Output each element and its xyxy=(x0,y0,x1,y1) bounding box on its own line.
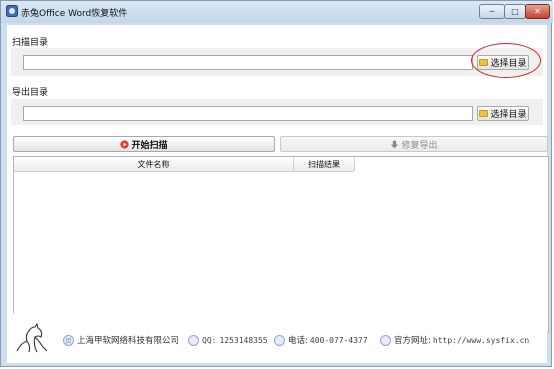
qq-icon xyxy=(188,334,199,346)
scan-dir-input[interactable] xyxy=(23,55,473,70)
repair-export-label: 修复导出 xyxy=(401,140,438,151)
phone-value: 400-077-4377 xyxy=(309,335,368,345)
qq-value: 1253148355 xyxy=(219,335,268,345)
website-label: 官方网址: xyxy=(394,336,431,346)
file-list-view[interactable]: 文件名称 扫描结果 xyxy=(13,156,549,333)
column-filename[interactable]: 文件名称 xyxy=(14,157,294,171)
export-select-dir-label: 选择目录 xyxy=(490,110,527,120)
qq-label: QQ: xyxy=(202,335,217,345)
company-name: 上海甲软网络科技有限公司 xyxy=(77,336,180,346)
footer: 贝 上海甲软网络科技有限公司 QQ: 1253148355 电话: 400-07… xyxy=(7,313,547,363)
minimize-icon: ─ xyxy=(489,7,495,16)
footer-qq: QQ: 1253148355 xyxy=(188,334,268,346)
app-icon xyxy=(6,5,18,17)
start-scan-button[interactable]: 开始扫描 xyxy=(13,136,275,152)
export-dir-label: 导出目录 xyxy=(12,88,49,98)
footer-company: 贝 上海甲软网络科技有限公司 xyxy=(63,334,179,346)
company-icon: 贝 xyxy=(63,334,74,346)
maximize-icon: □ xyxy=(511,7,519,16)
phone-label: 电话: xyxy=(288,336,308,346)
folder-icon xyxy=(479,110,489,117)
close-icon: ✕ xyxy=(534,7,541,16)
close-button[interactable]: ✕ xyxy=(525,4,550,19)
horse-logo-icon xyxy=(16,322,48,353)
list-header: 文件名称 扫描结果 xyxy=(14,157,355,172)
column-scan-result[interactable]: 扫描结果 xyxy=(294,157,355,171)
website-value[interactable]: http://www.sysfix.cn xyxy=(433,336,529,345)
app-window: 赤兔Office Word恢复软件 ─ □ ✕ 扫描目录 选择目录 导出目录 选… xyxy=(0,0,553,367)
main-client-area: 扫描目录 选择目录 导出目录 选择目录 开始扫描 修复导出 文件名称 扫描结果 … xyxy=(7,25,549,363)
export-select-dir-button[interactable]: 选择目录 xyxy=(477,106,529,121)
play-circle-icon xyxy=(120,139,130,149)
down-arrow-icon xyxy=(391,140,399,148)
phone-icon xyxy=(274,334,285,346)
maximize-button[interactable]: □ xyxy=(504,4,526,19)
start-scan-label: 开始扫描 xyxy=(131,140,168,151)
globe-icon xyxy=(380,334,391,346)
export-dir-input[interactable] xyxy=(23,106,473,121)
highlight-circle xyxy=(471,43,541,78)
minimize-button[interactable]: ─ xyxy=(479,4,505,19)
scan-dir-label: 扫描目录 xyxy=(12,38,49,48)
footer-phone: 电话: 400-077-4377 xyxy=(274,334,368,346)
repair-export-button[interactable]: 修复导出 xyxy=(280,136,548,152)
window-title: 赤兔Office Word恢复软件 xyxy=(21,9,128,19)
title-bar[interactable]: 赤兔Office Word恢复软件 ─ □ ✕ xyxy=(1,1,553,23)
footer-website: 官方网址: http://www.sysfix.cn xyxy=(380,334,529,346)
